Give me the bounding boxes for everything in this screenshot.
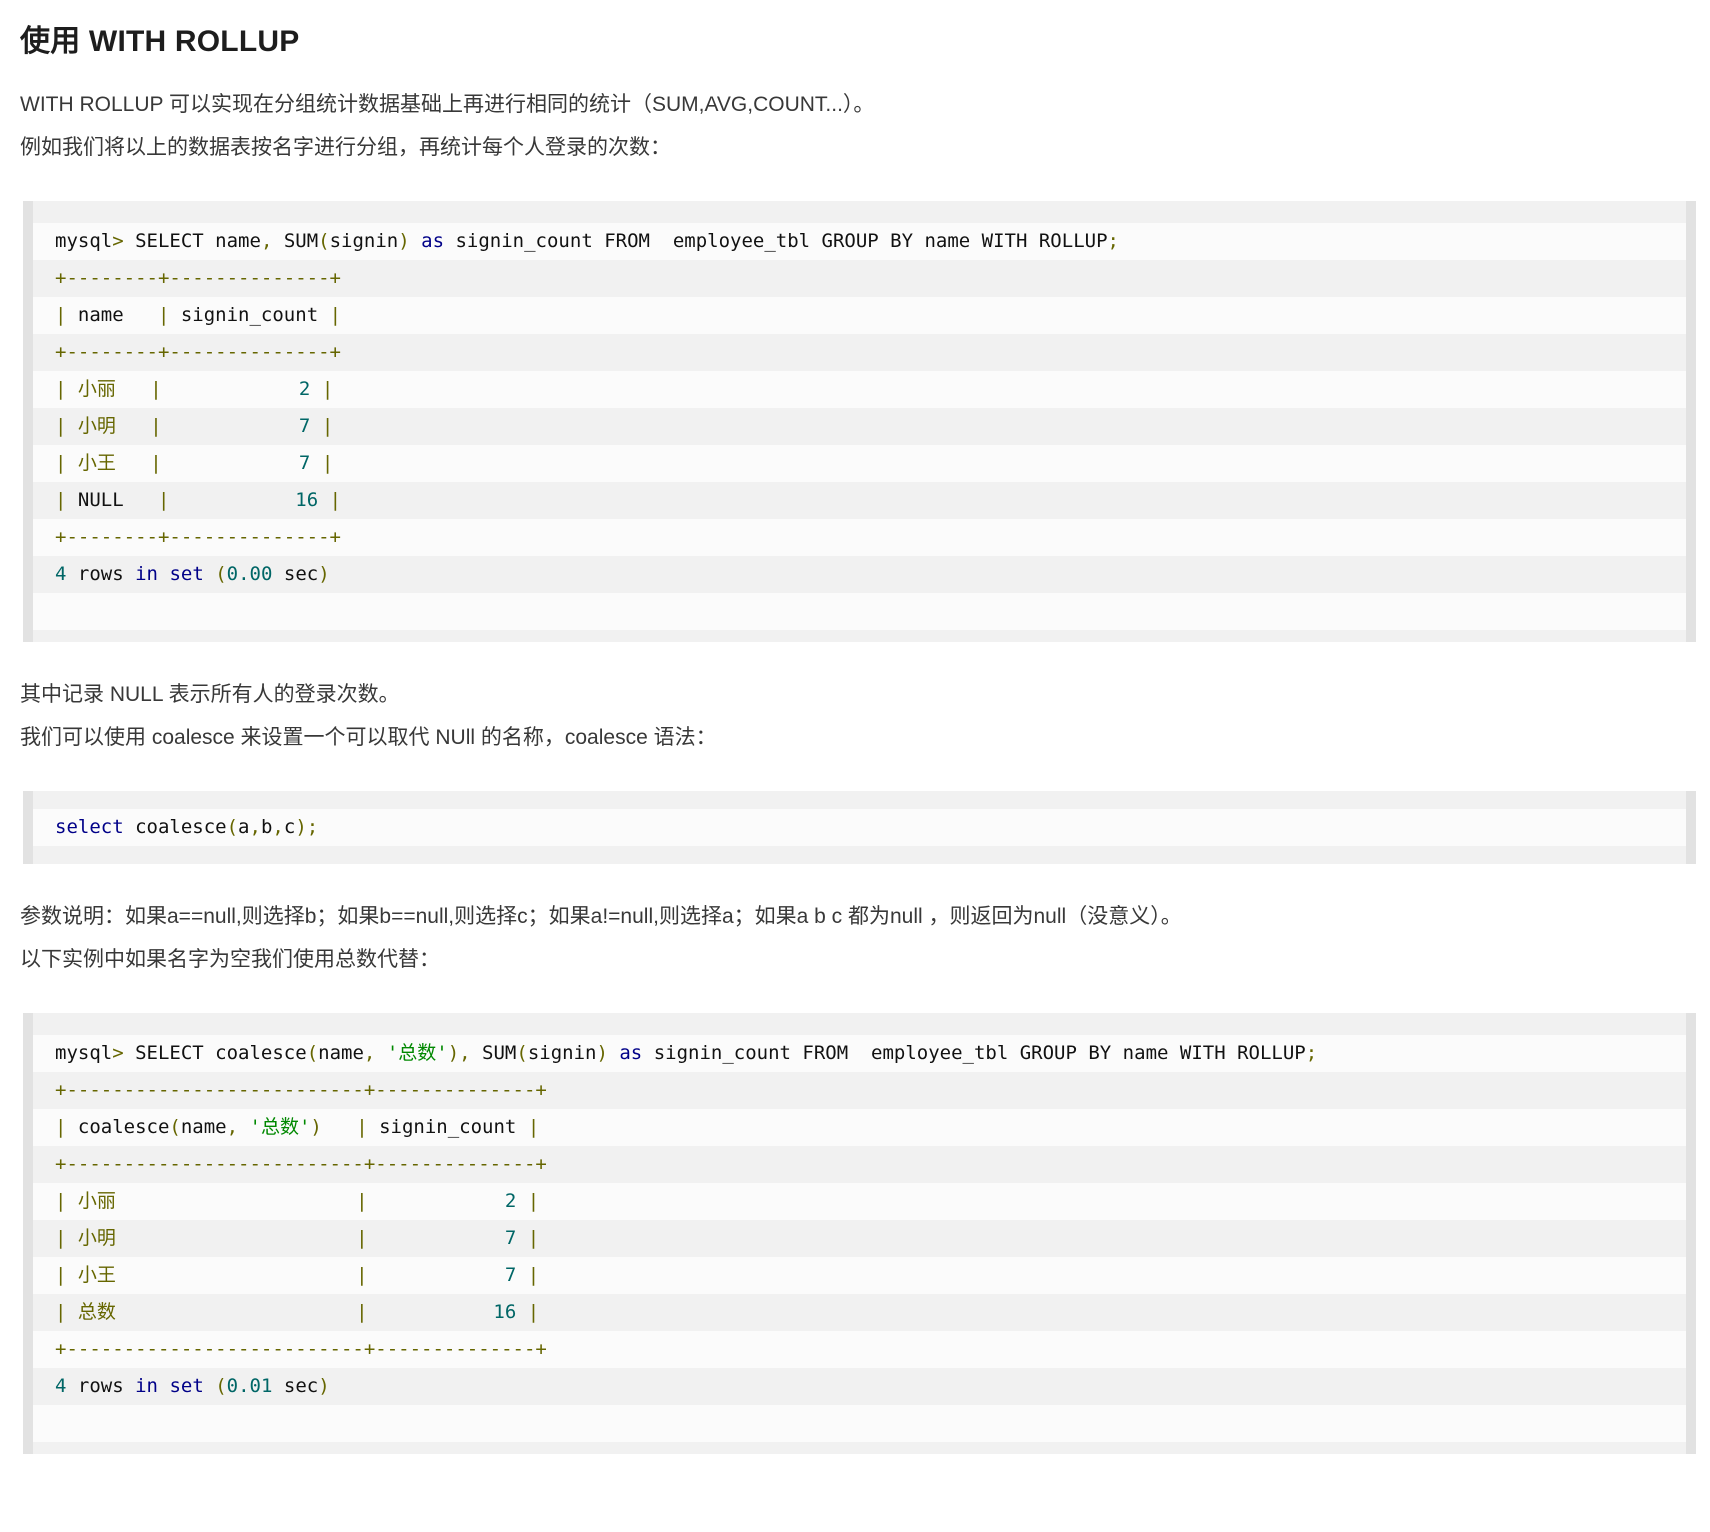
code-line: +--------+--------------+ bbox=[55, 526, 341, 548]
code-block-rollup-query: mysql> SELECT name, SUM(signin) as signi… bbox=[23, 201, 1696, 642]
code-line: | coalesce(name, '总数') | signin_count | bbox=[55, 1116, 540, 1138]
code-line: | 小丽 | 2 | bbox=[55, 1190, 540, 1212]
code-line: +--------------------------+------------… bbox=[55, 1079, 547, 1101]
paragraph-group-example: 例如我们将以上的数据表按名字进行分组，再统计每个人登录的次数： bbox=[20, 136, 671, 159]
paragraph-param-note: 参数说明：如果a==null,则选择b；如果b==null,则选择c；如果a!=… bbox=[20, 905, 1182, 928]
code-line: 4 rows in set (0.00 sec) bbox=[55, 563, 330, 585]
code-block-coalesce-syntax: select coalesce(a,b,c); bbox=[23, 791, 1696, 864]
page-title: 使用 WITH ROLLUP bbox=[20, 25, 300, 58]
code-line: +--------------------------+------------… bbox=[55, 1153, 547, 1175]
code-line: | 小丽 | 2 | bbox=[55, 378, 334, 400]
code-block-coalesce-query: mysql> SELECT coalesce(name, '总数'), SUM(… bbox=[23, 1013, 1696, 1454]
code-line: mysql> SELECT coalesce(name, '总数'), SUM(… bbox=[55, 1042, 1318, 1064]
paragraph-null-note: 其中记录 NULL 表示所有人的登录次数。 bbox=[20, 683, 400, 706]
code-line: | 小明 | 7 | bbox=[55, 1227, 540, 1249]
code-line: | NULL | 16 | bbox=[55, 489, 342, 511]
paragraph-coalesce-intro: 我们可以使用 coalesce 来设置一个可以取代 NUll 的名称，coale… bbox=[20, 726, 717, 749]
paragraph-example-intro: 以下实例中如果名字为空我们使用总数代替： bbox=[20, 948, 440, 971]
article-content: 使用 WITH ROLLUP WITH ROLLUP 可以实现在分组统计数据基础… bbox=[0, 0, 1710, 1532]
code-line: | 小王 | 7 | bbox=[55, 452, 334, 474]
code-line: select coalesce(a,b,c); bbox=[55, 816, 319, 838]
code-line: | name | signin_count | bbox=[55, 304, 342, 326]
code-line: mysql> SELECT name, SUM(signin) as signi… bbox=[55, 230, 1119, 252]
code-line: +--------------------------+------------… bbox=[55, 1338, 547, 1360]
code-line: +--------+--------------+ bbox=[55, 341, 341, 363]
code-line: | 总数 | 16 | bbox=[55, 1301, 540, 1323]
code-line: | 小明 | 7 | bbox=[55, 415, 334, 437]
code-line: +--------+--------------+ bbox=[55, 267, 341, 289]
code-line: 4 rows in set (0.01 sec) bbox=[55, 1375, 330, 1397]
paragraph-rollup-intro: WITH ROLLUP 可以实现在分组统计数据基础上再进行相同的统计（SUM,A… bbox=[20, 93, 875, 116]
code-line: | 小王 | 7 | bbox=[55, 1264, 540, 1286]
